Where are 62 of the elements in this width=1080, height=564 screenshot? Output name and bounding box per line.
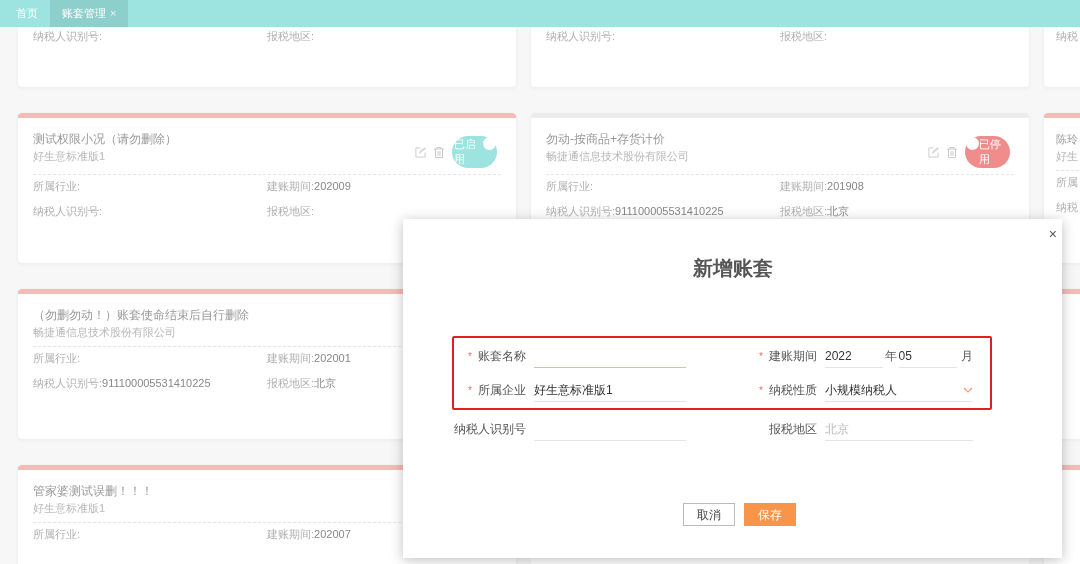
card-field: 建账期间:201908 [780,178,864,195]
card-field: 所属行业: [546,178,594,195]
status-toggle[interactable]: 已启用 [452,136,497,168]
field-label: 建账期间 [769,348,817,365]
card-title: 测试权限小况（请勿删除） [33,131,178,148]
input-field[interactable]: 2022 [825,344,883,368]
close-icon[interactable]: × [1048,227,1057,241]
required-mark: * [468,349,472,364]
card-field: 纳税人识别号: [33,203,103,220]
trash-icon[interactable] [434,146,444,158]
edit-icon[interactable] [928,146,939,158]
card-field: 报税地区: [267,28,315,45]
card-field: 所属行业: [33,350,81,367]
card-subtitle: 好生 [1056,149,1079,164]
cancel-button[interactable]: 取消 [683,503,735,526]
field-label: 纳税性质 [769,382,817,399]
card-title: （勿删勿动！）账套使命结束后自行删除 [33,307,250,324]
required-mark: * [468,383,472,398]
close-icon[interactable]: × [110,5,117,22]
tab[interactable]: 账套管理 × [50,0,129,27]
field-label: 纳税人识别号 [454,421,526,438]
card-subtitle: 好生意标准版1 [33,501,107,516]
select-field[interactable]: 小规模纳税人 [825,378,973,402]
edit-icon[interactable] [415,146,426,158]
card-title: 陈玲 [1056,132,1079,147]
trash-icon[interactable] [947,146,957,158]
field-label: 报税地区 [769,421,817,438]
card-title: 勿动-按商品+存货计价 [546,131,666,148]
card-subtitle: 好生意标准版1 [33,149,107,164]
save-button[interactable]: 保存 [744,503,796,526]
input-field[interactable]: 好生意标准版1 [534,378,686,402]
field-label: 所属企业 [478,382,526,399]
dialog-title: 新增账套 [692,256,773,281]
chevron-down-icon [963,386,973,393]
card-field: 纳税人识别号: [33,28,103,45]
card-field: 纳税人识别号:911100005531410225 [546,203,724,220]
card-field: 建账期间:202009 [267,178,351,195]
card-field: 报税地区: [780,28,828,45]
required-mark: * [759,383,763,398]
status-toggle[interactable]: 已停用 [965,136,1010,168]
card-subtitle: 畅捷通信息技术股份有限公司 [33,325,177,340]
unit-label: 月 [960,348,973,365]
tab[interactable]: 首页 [4,0,50,27]
card-field: 所属行业: [33,526,81,543]
card-title: 管家婆测试误删！！！ [33,483,154,500]
card-field: 纳税 [1056,199,1078,216]
required-mark: * [759,349,763,364]
card-field: 所属行业: [33,178,81,195]
card-field: 报税地区:北京 [780,203,850,220]
field-label: 账套名称 [478,348,526,365]
card-field: 报税地区:北京 [267,375,337,392]
card-field: 纳税人识别号: [546,28,616,45]
unit-label: 年 [883,348,898,365]
input-field[interactable]: 05 [898,344,957,368]
card-field: 建账期间:202007 [267,526,351,543]
input-field[interactable]: 北京 [825,417,973,441]
card-field: 所属 [1056,174,1078,191]
card-field: 报税地区: [267,203,315,220]
card-subtitle: 畅捷通信息技术股份有限公司 [546,149,690,164]
card-field: 纳税人识别号:911100005531410225 [33,375,211,392]
card-field: 建账期间:202001 [267,350,351,367]
card-field: 纳税 [1056,28,1078,45]
